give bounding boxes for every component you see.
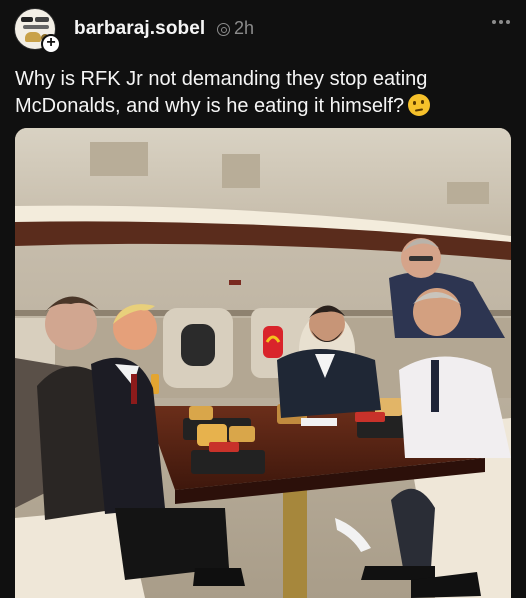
photo-illustration xyxy=(15,128,511,598)
more-horizontal-icon[interactable] xyxy=(492,20,510,24)
post-meta: 2h xyxy=(217,18,254,39)
post-photo[interactable] xyxy=(15,128,511,598)
username[interactable]: barbaraj.sobel xyxy=(74,18,205,40)
post-header: + barbaraj.sobel 2h xyxy=(0,0,526,58)
avatar[interactable]: + xyxy=(14,8,61,54)
thinking-face-icon xyxy=(408,94,431,116)
globe-icon xyxy=(217,23,230,36)
follow-plus-icon[interactable]: + xyxy=(41,34,61,54)
post-text-body: Why is RFK Jr not demanding they stop ea… xyxy=(15,68,428,117)
post-text: Why is RFK Jr not demanding they stop ea… xyxy=(15,66,515,120)
post-time: 2h xyxy=(234,18,255,38)
